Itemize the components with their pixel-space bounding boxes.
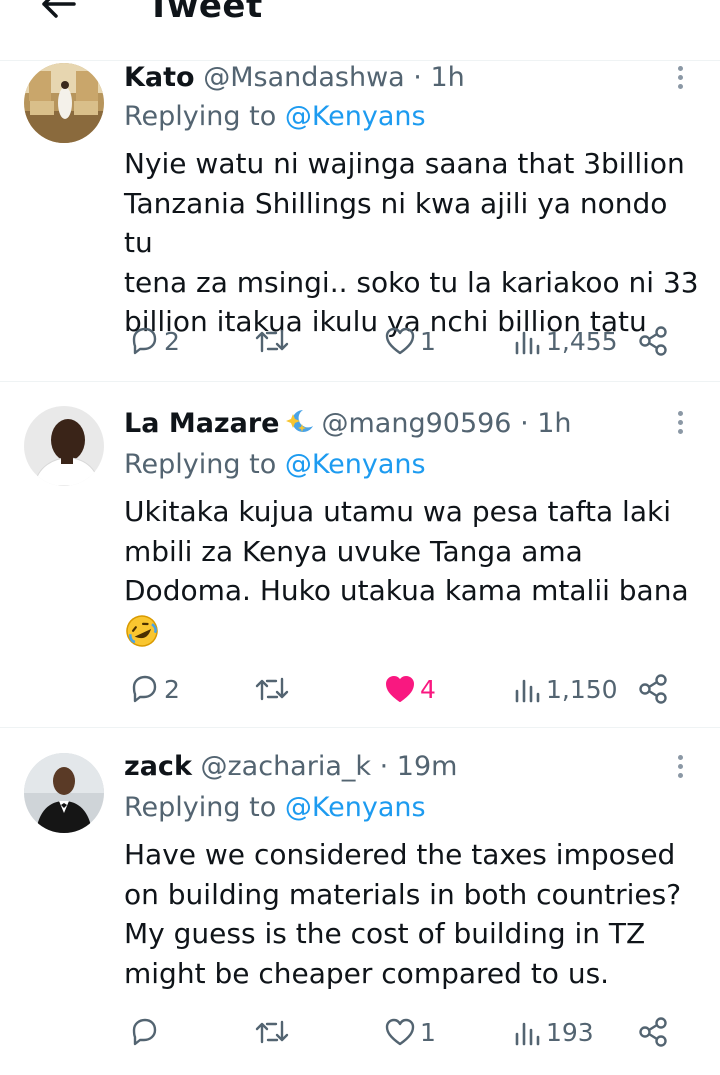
retweet-icon: [255, 677, 289, 701]
user-handle[interactable]: @mang90596: [321, 408, 511, 439]
timestamp[interactable]: 19m: [397, 751, 458, 782]
views-icon: [515, 679, 540, 703]
display-name[interactable]: La Mazare: [124, 408, 279, 439]
like-button[interactable]: 4: [384, 669, 436, 709]
replying-to: Replying to @Kenyans: [124, 449, 426, 480]
tweet-meta: La Mazare @mang90596 · 1h: [124, 406, 572, 445]
user-handle[interactable]: @Msandashwa: [203, 62, 405, 93]
share-icon: [639, 674, 667, 704]
tweet-meta: Kato @Msandashwa · 1h: [124, 62, 465, 93]
rofl-emoji-icon: [124, 611, 704, 651]
avatar[interactable]: [24, 753, 104, 833]
sparkle-moon-emoji-icon: [283, 406, 317, 445]
like-button[interactable]: 1: [384, 321, 436, 361]
like-button[interactable]: 1: [384, 1012, 436, 1052]
more-options-button[interactable]: [670, 63, 690, 93]
retweet-icon: [255, 1020, 289, 1044]
like-count: 4: [420, 674, 436, 704]
avatar[interactable]: [24, 406, 104, 486]
view-count: 1,455: [546, 326, 618, 356]
reply-count: 2: [164, 674, 180, 704]
views-icon: [515, 1022, 540, 1046]
share-button[interactable]: [636, 321, 670, 361]
view-count: 1,150: [546, 674, 618, 704]
avatar[interactable]: [24, 63, 104, 143]
share-button[interactable]: [636, 669, 670, 709]
views-icon: [515, 331, 540, 355]
timestamp[interactable]: 1h: [430, 62, 464, 93]
action-bar: 2 1 1,455: [124, 321, 684, 361]
replying-to: Replying to @Kenyans: [124, 792, 426, 823]
share-button[interactable]: [636, 1012, 670, 1052]
display-name[interactable]: zack: [124, 751, 192, 782]
reply-button[interactable]: 2: [128, 321, 180, 361]
like-count: 1: [420, 326, 436, 356]
reply-icon: [132, 1018, 157, 1046]
user-handle[interactable]: @zacharia_k: [201, 751, 372, 782]
action-bar: 1 193: [124, 1012, 684, 1052]
reply-icon: [132, 675, 157, 703]
tweet-text: Ukitaka kujua utamu wa pesa tafta laki m…: [124, 492, 704, 651]
like-count: 1: [420, 1017, 436, 1047]
reply-count: 2: [164, 326, 180, 356]
page-title: Tweet: [147, 0, 263, 26]
back-button[interactable]: [36, 0, 80, 26]
retweet-button[interactable]: [254, 669, 290, 709]
mention-link[interactable]: @Kenyans: [285, 449, 426, 480]
reply-button[interactable]: [128, 1012, 164, 1052]
more-options-button[interactable]: [670, 408, 690, 438]
heart-icon: [385, 327, 415, 355]
more-options-button[interactable]: [670, 752, 690, 782]
views-button[interactable]: 1,455: [512, 321, 618, 361]
views-button[interactable]: 1,150: [512, 669, 618, 709]
retweet-button[interactable]: [254, 1012, 290, 1052]
action-bar: 2 4 1,150: [124, 669, 684, 709]
share-icon: [639, 1017, 667, 1047]
mention-link[interactable]: @Kenyans: [285, 792, 426, 823]
mention-link[interactable]: @Kenyans: [285, 101, 426, 132]
views-button[interactable]: 193: [512, 1012, 594, 1052]
retweet-button[interactable]: [254, 321, 290, 361]
tweet-text: Nyie watu ni wajinga saana that 3billion…: [124, 147, 699, 338]
arrow-left-icon: [42, 0, 76, 18]
heart-filled-icon: [386, 676, 414, 702]
tweet-text: Have we considered the taxes imposed on …: [124, 838, 682, 990]
share-icon: [639, 326, 667, 356]
view-count: 193: [546, 1017, 594, 1047]
reply-tweet[interactable]: La Mazare @mang90596 · 1h Replying to @Ke…: [0, 382, 720, 728]
reply-button[interactable]: 2: [128, 669, 180, 709]
tweet-meta: zack @zacharia_k · 19m: [124, 751, 458, 782]
timestamp[interactable]: 1h: [537, 408, 571, 439]
reply-tweet[interactable]: Kato @Msandashwa · 1h Replying to @Kenya…: [0, 61, 720, 382]
heart-icon: [385, 1018, 415, 1046]
display-name[interactable]: Kato: [124, 62, 195, 93]
reply-icon: [132, 327, 157, 355]
replying-to: Replying to @Kenyans: [124, 101, 426, 132]
top-bar: Tweet: [0, 0, 720, 61]
retweet-icon: [255, 329, 289, 353]
reply-tweet[interactable]: zack @zacharia_k · 19m Replying to @Keny…: [0, 728, 720, 1075]
